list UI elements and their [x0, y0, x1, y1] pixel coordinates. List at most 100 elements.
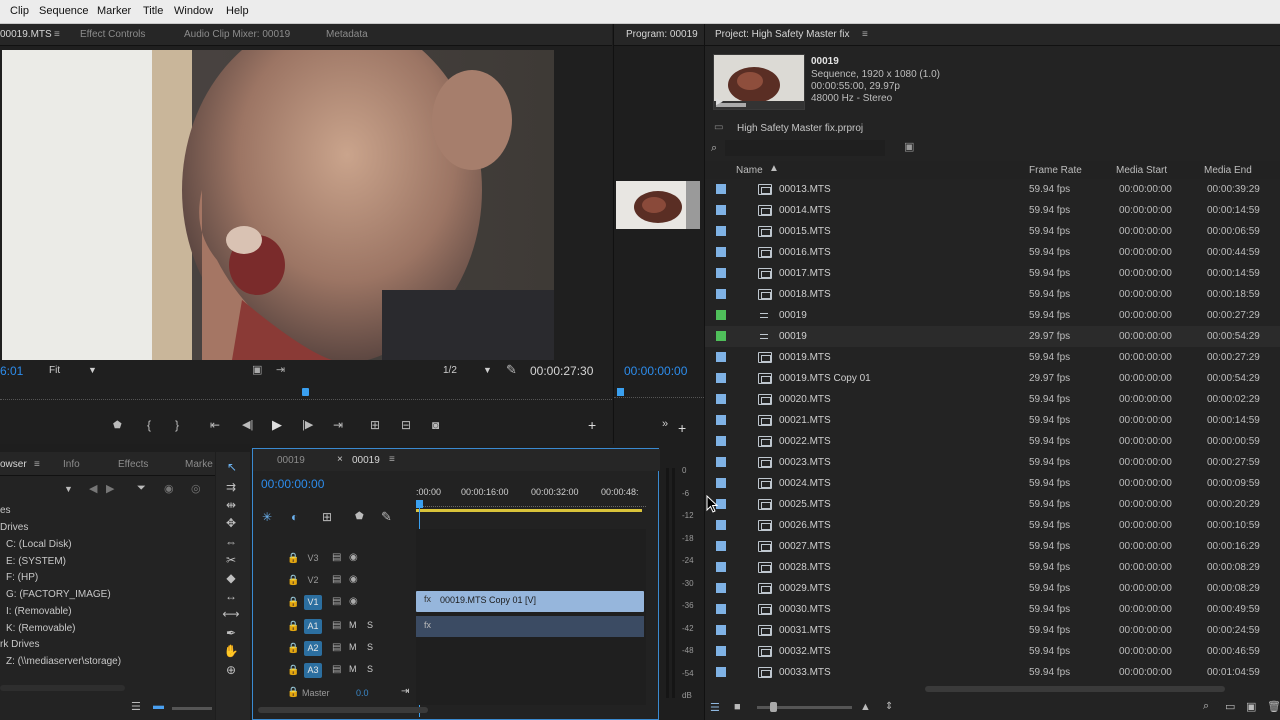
source-video-frame[interactable]	[2, 50, 554, 360]
audio-clip[interactable]: fx	[416, 616, 644, 637]
col-frame-rate-header[interactable]: Frame Rate	[1029, 165, 1082, 176]
solo-a2-button[interactable]: S	[367, 642, 373, 652]
tab-project[interactable]: Project: High Safety Master fix	[715, 29, 850, 40]
forward-icon[interactable]: ▶	[106, 482, 114, 495]
lock-v2-icon[interactable]: 🔒	[287, 575, 299, 586]
drive-e[interactable]: E: (SYSTEM)	[6, 556, 66, 567]
project-row[interactable]: 00015.MTS 59.94 fps 00:00:00:00 00:00:06:59	[705, 221, 1280, 242]
media-browser-scrollbar[interactable]	[0, 685, 125, 691]
search-input[interactable]	[725, 140, 885, 156]
menu-clip[interactable]: Clip	[10, 5, 29, 17]
label-color-swatch[interactable]	[716, 667, 726, 677]
project-row[interactable]: 00018.MTS 59.94 fps 00:00:00:00 00:00:18:59	[705, 284, 1280, 305]
label-color-swatch[interactable]	[716, 268, 726, 278]
mute-a3-button[interactable]: M	[349, 664, 357, 674]
tab-sequence-1[interactable]: 00019	[277, 455, 305, 466]
settings-wrench-icon[interactable]: ✎	[506, 362, 517, 378]
view-icon[interactable]: ◉	[164, 482, 174, 495]
track-v1-toggle[interactable]: V1	[304, 595, 322, 610]
drive-c[interactable]: C: (Local Disk)	[6, 539, 72, 550]
overwrite-clip-icon[interactable]: ⊟	[401, 418, 411, 432]
slide-tool-icon[interactable]: ⟷	[221, 607, 241, 623]
mute-a2-button[interactable]: M	[349, 642, 357, 652]
project-row[interactable]: 00033.MTS 59.94 fps 00:00:00:00 00:01:04:59	[705, 662, 1280, 683]
sort-icon[interactable]: ⇕	[885, 701, 893, 712]
snap-icon[interactable]: ✳	[262, 510, 272, 524]
menu-sequence[interactable]: Sequence	[39, 5, 89, 17]
step-back-icon[interactable]: ◀|	[242, 418, 253, 431]
project-row[interactable]: 00019 29.97 fps 00:00:00:00 00:00:54:29	[705, 326, 1280, 347]
linked-selection-icon[interactable]: ◐	[291, 510, 298, 524]
tab-markers[interactable]: Marke	[185, 459, 213, 470]
resolution-chevron-icon[interactable]: ▼	[483, 365, 492, 375]
tab-media-browser[interactable]: owser	[0, 459, 27, 470]
timeline-panel-menu-icon[interactable]: ≡	[389, 454, 395, 465]
project-row[interactable]: 00013.MTS 59.94 fps 00:00:00:00 00:00:39:29	[705, 179, 1280, 200]
label-color-swatch[interactable]	[716, 604, 726, 614]
new-bin-icon[interactable]: ▣	[904, 140, 914, 153]
label-color-swatch[interactable]	[716, 352, 726, 362]
menu-help[interactable]: Help	[226, 5, 249, 17]
filter-icon[interactable]: ⏷	[137, 482, 146, 495]
lock-a3-icon[interactable]: 🔒	[287, 665, 299, 676]
program-ruler[interactable]	[614, 390, 704, 398]
label-color-swatch[interactable]	[716, 457, 726, 467]
sync-lock-v1-icon[interactable]: ▤	[332, 596, 341, 607]
fit-dropdown[interactable]: Fit	[49, 365, 60, 376]
project-row[interactable]: 00019 59.94 fps 00:00:00:00 00:00:27:29	[705, 305, 1280, 326]
razor-tool-icon[interactable]: ✂	[221, 553, 241, 569]
label-color-swatch[interactable]	[716, 373, 726, 383]
label-color-swatch[interactable]	[716, 646, 726, 656]
source-playhead[interactable]	[302, 388, 309, 396]
lock-a2-icon[interactable]: 🔒	[287, 643, 299, 654]
menu-window[interactable]: Window	[174, 5, 213, 17]
solo-a1-button[interactable]: S	[367, 620, 373, 630]
label-color-swatch[interactable]	[716, 394, 726, 404]
label-color-swatch[interactable]	[716, 562, 726, 572]
slip-tool-icon[interactable]: ↔	[221, 589, 241, 605]
track-v3-toggle[interactable]: V3	[304, 551, 322, 566]
project-row[interactable]: 00021.MTS 59.94 fps 00:00:00:00 00:00:14:59	[705, 410, 1280, 431]
video-clip[interactable]: fx 00019.MTS Copy 01 [V]	[416, 591, 644, 612]
drive-f[interactable]: F: (HP)	[6, 572, 38, 583]
folder-item[interactable]: es	[0, 505, 11, 516]
mute-a1-button[interactable]: M	[349, 620, 357, 630]
label-color-swatch[interactable]	[716, 583, 726, 593]
timeline-timecode[interactable]: 00:00:00:00	[261, 477, 324, 491]
eye-v1-icon[interactable]: ◉	[349, 596, 358, 607]
menu-marker[interactable]: Marker	[97, 5, 131, 17]
project-row[interactable]: 00024.MTS 59.94 fps 00:00:00:00 00:00:09:59	[705, 473, 1280, 494]
insert-sequence-icon[interactable]: ⊞	[322, 510, 332, 524]
master-end-icon[interactable]: ⇥	[401, 686, 409, 697]
track-area[interactable]: fx 00019.MTS Copy 01 [V] fx	[416, 529, 646, 705]
project-row[interactable]: 00019.MTS Copy 01 29.97 fps 00:00:00:00 00:…	[705, 368, 1280, 389]
label-color-swatch[interactable]	[716, 184, 726, 194]
horizontal-scrollbar[interactable]	[925, 686, 1225, 692]
project-row[interactable]: 00016.MTS 59.94 fps 00:00:00:00 00:00:44:59	[705, 242, 1280, 263]
eye-v2-icon[interactable]: ◉	[349, 574, 358, 585]
timeline-settings-wrench-icon[interactable]: ✎	[381, 509, 392, 525]
track-v2-toggle[interactable]: V2	[304, 573, 322, 588]
thumb-size-slider[interactable]	[172, 707, 212, 710]
drive-z[interactable]: Z: (\\mediaserver\storage)	[6, 656, 121, 667]
master-volume[interactable]: 0.0	[356, 688, 369, 698]
razor-blade-icon[interactable]: ◆	[221, 571, 241, 587]
label-color-swatch[interactable]	[716, 478, 726, 488]
step-forward-icon[interactable]: |▶	[302, 418, 313, 431]
pen-tool-icon[interactable]: ✒	[221, 626, 241, 642]
label-color-swatch[interactable]	[716, 289, 726, 299]
sync-lock-a2-icon[interactable]: ▤	[332, 642, 341, 653]
label-color-swatch[interactable]	[716, 541, 726, 551]
eye-v3-icon[interactable]: ◉	[349, 552, 358, 563]
label-color-swatch[interactable]	[716, 520, 726, 530]
mark-out-icon[interactable]: }	[175, 418, 179, 432]
drive-g[interactable]: G: (FACTORY_IMAGE)	[6, 589, 111, 600]
label-color-swatch[interactable]	[716, 205, 726, 215]
sync-lock-a3-icon[interactable]: ▤	[332, 664, 341, 675]
project-row[interactable]: 00026.MTS 59.94 fps 00:00:00:00 00:00:10:59	[705, 515, 1280, 536]
camera-icon[interactable]: ◙	[432, 418, 439, 432]
list-view-icon[interactable]: ☰	[131, 700, 141, 713]
drive-i[interactable]: I: (Removable)	[6, 606, 72, 617]
hand-tool-icon[interactable]: ✋	[221, 644, 241, 660]
col-name-header[interactable]: Name	[736, 165, 763, 176]
